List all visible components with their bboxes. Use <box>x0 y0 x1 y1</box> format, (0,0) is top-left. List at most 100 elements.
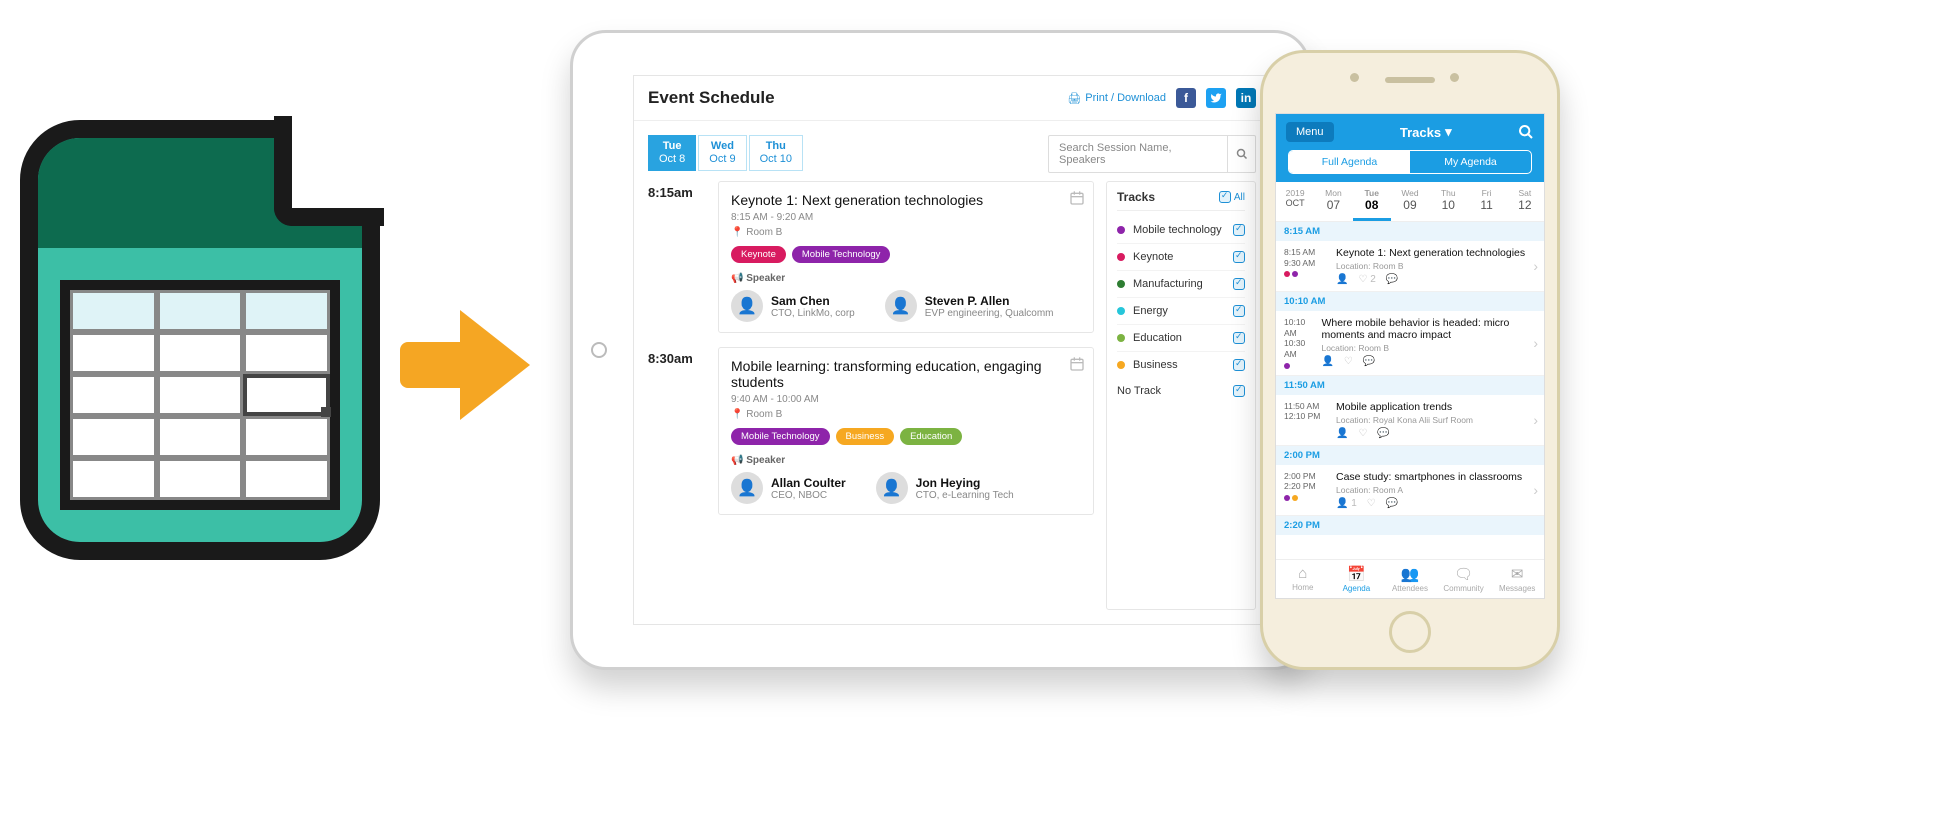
attendee-icon: 👤 <box>1321 356 1333 367</box>
agenda-item[interactable]: 10:10 AM10:30 AMWhere mobile behavior is… <box>1276 311 1544 376</box>
add-to-calendar-icon[interactable] <box>1069 190 1085 206</box>
checkbox-icon[interactable] <box>1233 385 1245 397</box>
speaker[interactable]: 👤Sam ChenCTO, LinkMo, corp <box>731 290 855 322</box>
agenda-item[interactable]: 2:00 PM2:20 PMCase study: smartphones in… <box>1276 465 1544 516</box>
messages-icon: ✉ <box>1490 565 1544 583</box>
speaker-title: CEO, NBOC <box>771 490 846 501</box>
checkbox-icon <box>1219 191 1231 203</box>
phone-sensor <box>1350 73 1359 82</box>
item-title: Where mobile behavior is headed: micro m… <box>1321 317 1536 341</box>
tablet-home-button[interactable] <box>591 342 607 358</box>
nav-community[interactable]: 🗨Community <box>1437 560 1491 598</box>
item-title: Keynote 1: Next generation technologies <box>1336 247 1525 259</box>
track-row[interactable]: Energy <box>1117 298 1245 325</box>
tablet-screen: Event Schedule 🖨 Print / Download f in T… <box>633 75 1271 625</box>
agenda-item[interactable]: 11:50 AM12:10 PMMobile application trend… <box>1276 395 1544 446</box>
agenda-list: 8:15amKeynote 1: Next generation technol… <box>648 181 1094 610</box>
track-row[interactable]: Keynote <box>1117 244 1245 271</box>
track-name: Mobile technology <box>1133 224 1222 236</box>
nav-attendees[interactable]: 👥Attendees <box>1383 560 1437 598</box>
track-tag[interactable]: Business <box>836 428 895 445</box>
checkbox-icon[interactable] <box>1233 224 1245 236</box>
track-tag[interactable]: Education <box>900 428 962 445</box>
comment-icon: 💬 <box>1377 428 1389 439</box>
speaker-name: Steven P. Allen <box>925 294 1054 308</box>
session-card[interactable]: Mobile learning: transforming education,… <box>718 347 1094 515</box>
day-12[interactable]: Sat12 <box>1506 182 1544 221</box>
session-title: Mobile learning: transforming education,… <box>731 358 1081 390</box>
search-button[interactable] <box>1228 135 1256 173</box>
segment-my-agenda[interactable]: My Agenda <box>1410 151 1531 173</box>
day-10[interactable]: Thu10 <box>1429 182 1467 221</box>
speaker[interactable]: 👤Allan CoulterCEO, NBOC <box>731 472 846 504</box>
like-icon: ♡ <box>1367 498 1376 509</box>
speaker-title: CTO, LinkMo, corp <box>771 308 855 319</box>
speaker-heading: 📢 Speaker <box>731 455 1081 466</box>
tracks-select-all[interactable]: All <box>1219 191 1245 203</box>
checkbox-icon[interactable] <box>1233 305 1245 317</box>
track-tag[interactable]: Mobile Technology <box>731 428 830 445</box>
tablet-device: Event Schedule 🖨 Print / Download f in T… <box>570 30 1310 670</box>
search-input[interactable]: Search Session Name, Speakers <box>1048 135 1228 173</box>
nav-agenda[interactable]: 📅Agenda <box>1330 560 1384 598</box>
avatar: 👤 <box>876 472 908 504</box>
day-11[interactable]: Fri11 <box>1467 182 1505 221</box>
avatar: 👤 <box>731 472 763 504</box>
speaker-title: EVP engineering, Qualcomm <box>925 308 1054 319</box>
chevron-right-icon: › <box>1533 258 1538 274</box>
phone-agenda-list: 8:15 AM8:15 AM9:30 AMKeynote 1: Next gen… <box>1276 222 1544 559</box>
day-tab-oct10[interactable]: ThuOct 10 <box>749 135 803 171</box>
checkbox-icon[interactable] <box>1233 332 1245 344</box>
track-tag[interactable]: Mobile Technology <box>792 246 891 263</box>
day-year-month: 2019OCT <box>1276 182 1314 221</box>
track-row[interactable]: Manufacturing <box>1117 271 1245 298</box>
nav-home[interactable]: ⌂Home <box>1276 560 1330 598</box>
agenda-item[interactable]: 8:15 AM9:30 AM Keynote 1: Next generation… <box>1276 241 1544 292</box>
track-row[interactable]: Business <box>1117 352 1245 378</box>
phone-home-button[interactable] <box>1389 611 1431 653</box>
track-row[interactable]: Education <box>1117 325 1245 352</box>
like-icon: ♡ <box>1358 428 1367 439</box>
phone-title[interactable]: Tracks ▾ <box>1400 124 1452 140</box>
segment-full-agenda[interactable]: Full Agenda <box>1289 151 1410 173</box>
avatar: 👤 <box>885 290 917 322</box>
screen-header: Event Schedule 🖨 Print / Download f in <box>634 76 1270 121</box>
like-icon: ♡ 2 <box>1358 274 1375 285</box>
time-group-header: 10:10 AM <box>1276 292 1544 311</box>
day-09[interactable]: Wed09 <box>1391 182 1429 221</box>
day-tab-oct8[interactable]: TueOct 8 <box>648 135 696 171</box>
checkbox-icon[interactable] <box>1233 359 1245 371</box>
community-icon: 🗨 <box>1437 565 1491 583</box>
slot-time: 8:15am <box>648 181 704 333</box>
track-color-dot <box>1117 307 1125 315</box>
phone-camera <box>1450 73 1459 82</box>
item-title: Mobile application trends <box>1336 401 1473 413</box>
phone-device: Menu Tracks ▾ Full Agenda My Agenda 2019… <box>1260 50 1560 670</box>
search-icon[interactable] <box>1518 124 1534 140</box>
twitter-icon[interactable] <box>1206 88 1226 108</box>
item-title: Case study: smartphones in classrooms <box>1336 471 1522 483</box>
day-07[interactable]: Mon07 <box>1314 182 1352 221</box>
facebook-icon[interactable]: f <box>1176 88 1196 108</box>
time-group-header: 2:00 PM <box>1276 446 1544 465</box>
day-tab-oct9[interactable]: WedOct 9 <box>698 135 746 171</box>
track-tag[interactable]: Keynote <box>731 246 786 263</box>
add-to-calendar-icon[interactable] <box>1069 356 1085 372</box>
session-card[interactable]: Keynote 1: Next generation technologies8… <box>718 181 1094 333</box>
time-group-header: 2:20 PM <box>1276 516 1544 535</box>
day-08[interactable]: Tue08 <box>1353 182 1391 221</box>
agenda-icon: 📅 <box>1330 565 1384 583</box>
linkedin-icon[interactable]: in <box>1236 88 1256 108</box>
menu-button[interactable]: Menu <box>1286 122 1334 142</box>
item-location: Location: Room A <box>1336 485 1522 495</box>
checkbox-icon[interactable] <box>1233 251 1245 263</box>
speaker[interactable]: 👤Jon HeyingCTO, e-Learning Tech <box>876 472 1014 504</box>
checkbox-icon[interactable] <box>1233 278 1245 290</box>
time-group-header: 11:50 AM <box>1276 376 1544 395</box>
item-time: 8:15 AM9:30 AM <box>1284 247 1328 285</box>
track-no-track[interactable]: No Track <box>1117 378 1245 404</box>
nav-messages[interactable]: ✉Messages <box>1490 560 1544 598</box>
track-row[interactable]: Mobile technology <box>1117 217 1245 244</box>
speaker[interactable]: 👤 Steven P. AllenEVP engineering, Qualcom… <box>885 290 1054 322</box>
print-download-link[interactable]: 🖨 Print / Download <box>1067 92 1166 105</box>
